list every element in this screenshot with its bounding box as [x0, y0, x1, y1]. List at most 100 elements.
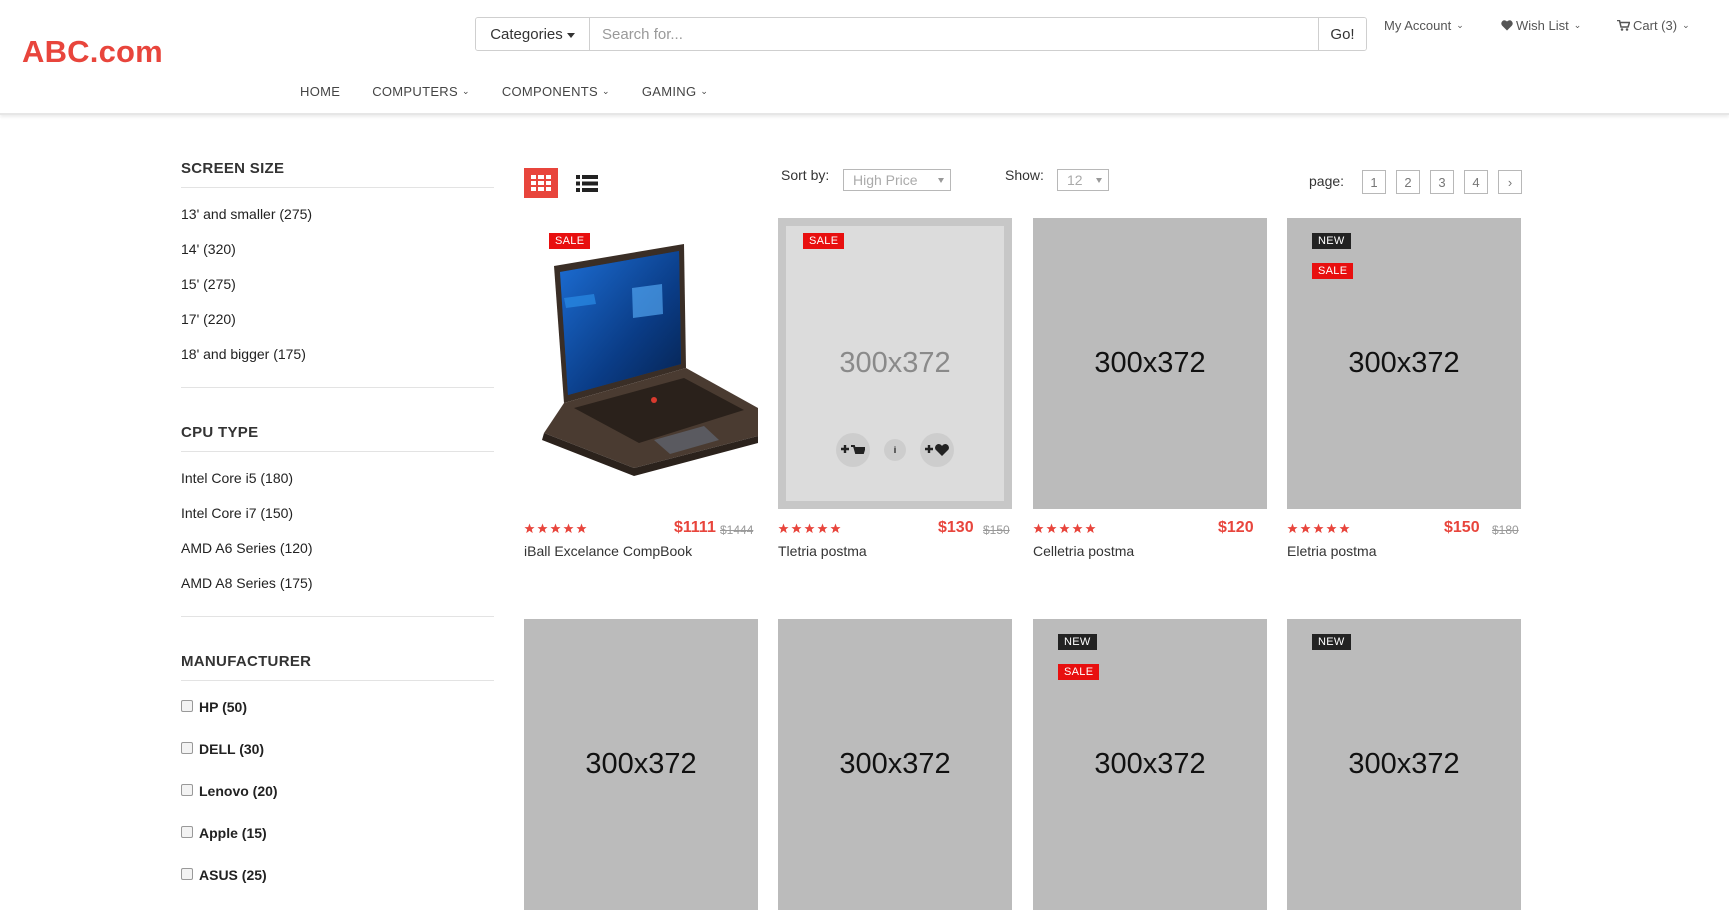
- caret-down-icon: [938, 178, 944, 183]
- sale-badge: SALE: [1058, 664, 1100, 680]
- placeholder-text: 300x372: [1094, 347, 1206, 379]
- product-price: $150: [1444, 519, 1480, 536]
- star-icon: [778, 523, 789, 534]
- wish-list-link[interactable]: Wish List ⌄: [1501, 18, 1581, 33]
- product-image[interactable]: 300x372: [1033, 218, 1267, 509]
- filter-title-screen-size: SCREEN SIZE: [181, 160, 494, 188]
- product-card[interactable]: NEW 300x372: [1287, 619, 1521, 910]
- product-image[interactable]: 300x372: [778, 619, 1012, 910]
- star-icon: [804, 523, 815, 534]
- manufacturer-option[interactable]: HP (50): [181, 699, 494, 741]
- show-value: 12: [1067, 172, 1083, 188]
- nav-item-home[interactable]: HOME: [300, 84, 340, 99]
- checkbox[interactable]: [181, 868, 193, 880]
- product-card[interactable]: 300x372: [524, 619, 758, 910]
- search-input[interactable]: [590, 18, 1318, 50]
- add-to-cart-button[interactable]: [836, 433, 870, 467]
- new-badge: NEW: [1312, 233, 1351, 249]
- categories-dropdown[interactable]: Categories: [476, 18, 590, 50]
- divider: [181, 616, 494, 617]
- product-image[interactable]: SALE 300x372 i: [778, 218, 1012, 509]
- sort-select[interactable]: High Price: [843, 169, 951, 191]
- star-icon: [1287, 523, 1298, 534]
- nav-label: HOME: [300, 84, 341, 99]
- checkbox[interactable]: [181, 742, 193, 754]
- filter-option[interactable]: AMD A8 Series (175): [181, 575, 494, 610]
- filter-option[interactable]: AMD A6 Series (120): [181, 540, 494, 575]
- page-button-4[interactable]: 4: [1464, 170, 1488, 194]
- my-account-link[interactable]: My Account ⌄: [1384, 18, 1464, 33]
- placeholder-text: 300x372: [1094, 748, 1206, 780]
- product-name[interactable]: iBall Excelance CompBook: [524, 543, 692, 559]
- chevron-down-icon: ⌄: [1456, 20, 1464, 30]
- nav-item-computers[interactable]: COMPUTERS ⌄: [372, 84, 470, 99]
- filter-option[interactable]: 15' (275): [181, 276, 494, 311]
- cart-icon: [1617, 20, 1630, 31]
- manufacturer-option[interactable]: ASUS (25): [181, 867, 494, 909]
- filter-option[interactable]: 14' (320): [181, 241, 494, 276]
- checkbox[interactable]: [181, 700, 193, 712]
- old-price: $180: [1492, 523, 1519, 537]
- next-page-button[interactable]: ›: [1498, 170, 1522, 194]
- show-label: Show:: [1005, 167, 1044, 183]
- my-account-label: My Account: [1384, 18, 1452, 33]
- cart-link[interactable]: Cart (3) ⌄: [1617, 18, 1690, 33]
- product-card[interactable]: NEW SALE 300x372: [1033, 619, 1267, 910]
- product-name[interactable]: Eletria postma: [1287, 543, 1376, 559]
- product-card[interactable]: SALE $1111 $1444 iBall Excelance CompBoo…: [524, 218, 758, 569]
- star-icon: [1313, 523, 1324, 534]
- search-bar: Categories Go!: [475, 17, 1367, 51]
- manufacturer-label: DELL (30): [199, 741, 265, 757]
- page-button-2[interactable]: 2: [1396, 170, 1420, 194]
- checkbox[interactable]: [181, 826, 193, 838]
- product-image[interactable]: NEW SALE 300x372: [1287, 218, 1521, 509]
- filter-option[interactable]: 13' and smaller (275): [181, 206, 494, 241]
- cart-label: Cart (3): [1633, 18, 1678, 33]
- search-go-button[interactable]: Go!: [1318, 18, 1366, 50]
- manufacturer-option[interactable]: Lenovo (20): [181, 783, 494, 825]
- filter-option[interactable]: 17' (220): [181, 311, 494, 346]
- site-logo[interactable]: ABC.com: [22, 34, 163, 70]
- grid-view-button[interactable]: [524, 168, 558, 198]
- product-price: $1111: [674, 519, 716, 536]
- chevron-down-icon: ⌄: [601, 86, 610, 96]
- nav-label: COMPUTERS: [372, 84, 458, 99]
- filter-option[interactable]: Intel Core i5 (180): [181, 470, 494, 505]
- product-card[interactable]: NEW SALE 300x372 $150 $180 Eletria postm…: [1287, 218, 1521, 569]
- new-badge: NEW: [1058, 634, 1097, 650]
- star-icon: [550, 523, 561, 534]
- categories-label: Categories: [490, 25, 563, 43]
- page-button-3[interactable]: 3: [1430, 170, 1454, 194]
- star-icon: [537, 523, 548, 534]
- product-card[interactable]: 300x372: [778, 619, 1012, 910]
- product-name[interactable]: Tletria postma: [778, 543, 867, 559]
- page-button-1[interactable]: 1: [1362, 170, 1386, 194]
- product-info: $130 $150 Tletria postma: [778, 509, 1012, 569]
- nav-item-components[interactable]: COMPONENTS ⌄: [502, 84, 610, 99]
- product-image[interactable]: NEW 300x372: [1287, 619, 1521, 910]
- manufacturer-option[interactable]: DELL (30): [181, 741, 494, 783]
- grid-icon: [531, 175, 551, 191]
- show-select[interactable]: 12: [1057, 169, 1109, 191]
- old-price: $150: [983, 523, 1010, 537]
- list-view-button[interactable]: [574, 170, 600, 196]
- product-name[interactable]: Celletria postma: [1033, 543, 1134, 559]
- checkbox[interactable]: [181, 784, 193, 796]
- product-image[interactable]: 300x372: [524, 619, 758, 910]
- add-to-wishlist-button[interactable]: [920, 433, 954, 467]
- chevron-down-icon: ⌄: [1573, 20, 1582, 30]
- laptop-image: [542, 244, 758, 476]
- product-info: $120 Celletria postma: [1033, 509, 1267, 569]
- star-icon: [830, 523, 841, 534]
- filter-option[interactable]: Intel Core i7 (150): [181, 505, 494, 540]
- product-image[interactable]: SALE: [524, 218, 758, 509]
- site-header: ABC.com Categories Go! My Account ⌄ Wish…: [0, 0, 1729, 115]
- filter-option[interactable]: 18' and bigger (175): [181, 346, 494, 381]
- manufacturer-option[interactable]: Apple (15): [181, 825, 494, 867]
- caret-down-icon: [1096, 178, 1102, 183]
- nav-item-gaming[interactable]: GAMING ⌄: [642, 84, 708, 99]
- product-card[interactable]: 300x372 $120 Celletria postma: [1033, 218, 1267, 569]
- product-image[interactable]: NEW SALE 300x372: [1033, 619, 1267, 910]
- product-card[interactable]: SALE 300x372 i $130 $150 Tletria postma: [778, 218, 1012, 569]
- info-button[interactable]: i: [884, 439, 906, 461]
